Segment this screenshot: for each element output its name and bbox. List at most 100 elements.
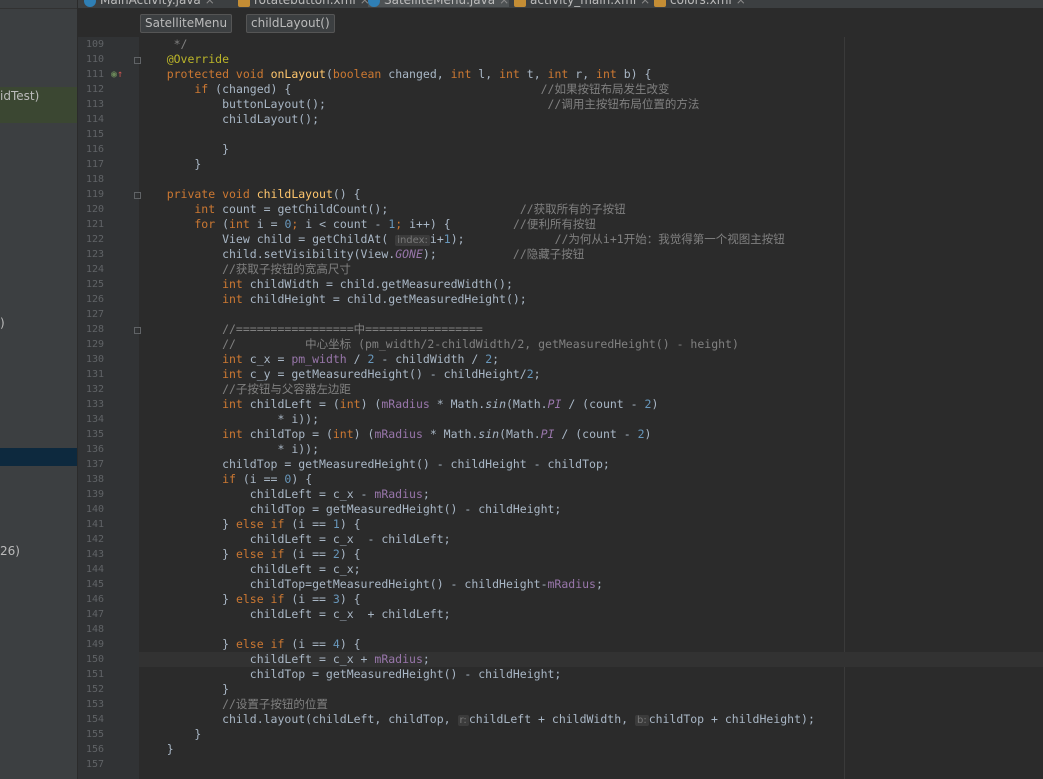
code-token: * Math. <box>422 427 479 441</box>
code-line[interactable]: int count = getChildCount(); //获取所有的子按钮 <box>139 202 625 217</box>
line-number-gutter[interactable]: 109 110 111 112 113 114 115 116 117 118 119 120 121 1… <box>78 37 141 779</box>
code-token: int <box>499 67 527 81</box>
code-token: //如果按钮布局发生改变 <box>540 82 670 96</box>
code-line[interactable]: int childLeft = (int) (mRadius * Math.si… <box>139 397 658 412</box>
code-line[interactable]: } <box>139 742 174 757</box>
code-line[interactable]: int c_x = pm_width / 2 - childWidth / 2; <box>139 352 499 367</box>
tab-label: SatelliteMenu.java <box>384 0 496 7</box>
code-token: 2 <box>637 427 645 441</box>
editor-tab[interactable]: MainActivity.java × <box>84 0 215 7</box>
code-token: 3 <box>332 592 340 606</box>
code-line[interactable]: childLayout(); <box>139 112 319 127</box>
code-line[interactable]: child.setVisibility(View.GONE); //隐藏子按钮 <box>139 247 584 262</box>
code-line[interactable]: childLeft = c_x + childLeft; <box>139 607 451 622</box>
code-line[interactable]: } else if (i == 3) { <box>139 592 361 607</box>
line-number: 133 <box>85 399 104 410</box>
line-number: 130 <box>85 354 104 365</box>
code-line[interactable]: int childTop = (int) (mRadius * Math.sin… <box>139 427 651 442</box>
code-token: sin <box>478 427 500 441</box>
code-token: ; <box>492 352 500 366</box>
code-line[interactable]: } else if (i == 4) { <box>139 637 361 652</box>
code-token: //子按钮与父容器左边距 <box>139 382 351 396</box>
close-icon[interactable]: × <box>640 0 650 7</box>
code-line[interactable]: childTop = getMeasuredHeight() - childHe… <box>139 457 610 472</box>
code-line[interactable]: //获取子按钮的宽高尺寸 <box>139 262 351 277</box>
code-line[interactable]: } <box>139 727 201 742</box>
code-token: for <box>139 217 223 231</box>
code-line[interactable]: childLeft = c_x - childLeft; <box>139 532 451 547</box>
code-line[interactable]: childLeft = c_x + mRadius; <box>139 652 430 667</box>
code-line[interactable]: } else if (i == 2) { <box>139 547 361 562</box>
code-line[interactable]: //=================中================= <box>139 322 483 337</box>
code-line[interactable]: int childHeight = child.getMeasuredHeigh… <box>139 292 527 307</box>
code-token: 2 <box>526 367 534 381</box>
close-icon[interactable]: × <box>736 0 746 7</box>
code-token: i++) { <box>409 217 513 231</box>
code-token: //便利所有按钮 <box>512 217 596 231</box>
code-line[interactable]: childLeft = c_x; <box>139 562 361 577</box>
tab-label: colors.xml <box>670 0 732 7</box>
project-tree-item[interactable]: idTest) <box>0 89 39 103</box>
selected-tree-item[interactable] <box>0 448 77 466</box>
editor-tabs: MainActivity.java × rotatebutton.xml × Satel… <box>78 0 1043 9</box>
editor-tab[interactable]: activity_main.xml × <box>514 0 650 7</box>
code-line[interactable]: for (int i = 0; i < count - 1; i++) { //… <box>139 217 596 232</box>
code-line[interactable]: // 中心坐标 (pm_width/2-childWidth/2, getMea… <box>139 337 739 352</box>
code-line[interactable]: buttonLayout(); //调用主按钮布局位置的方法 <box>139 97 699 112</box>
code-token: (changed) { <box>215 82 541 96</box>
code-line[interactable]: } <box>139 157 201 172</box>
code-line[interactable]: //设置子按钮的位置 <box>139 697 328 712</box>
project-tree-item[interactable]: 26) <box>0 544 20 558</box>
code-token: () { <box>332 187 361 201</box>
code-line[interactable]: } <box>139 682 229 697</box>
line-number: 138 <box>85 474 104 485</box>
line-number: 118 <box>85 174 104 185</box>
code-line[interactable]: if (i == 0) { <box>139 472 312 487</box>
right-margin-guide <box>844 37 845 779</box>
code-line[interactable]: if (changed) { //如果按钮布局发生改变 <box>139 82 669 97</box>
code-line[interactable]: * i)); <box>139 442 319 457</box>
code-line[interactable]: childTop = getMeasuredHeight() - childHe… <box>139 502 562 517</box>
code-token: buttonLayout(); <box>139 97 548 111</box>
code-token: ) ( <box>360 397 382 411</box>
close-icon[interactable]: × <box>499 0 509 7</box>
code-line[interactable]: childLeft = c_x - mRadius; <box>139 487 430 502</box>
code-line[interactable]: protected void onLayout(boolean changed,… <box>139 67 652 82</box>
code-token: //获取子按钮的宽高尺寸 <box>139 262 351 276</box>
project-tree-item[interactable]: ) <box>0 316 5 330</box>
code-line[interactable]: childTop = getMeasuredHeight() - childHe… <box>139 667 562 682</box>
line-number: 117 <box>85 159 104 170</box>
code-token: //设置子按钮的位置 <box>139 697 328 711</box>
line-number: 156 <box>85 744 104 755</box>
code-line[interactable]: int childWidth = child.getMeasuredWidth(… <box>139 277 513 292</box>
editor-tab[interactable]: rotatebutton.xml × <box>238 0 370 7</box>
code-token: } <box>139 727 202 741</box>
line-number: 155 <box>85 729 104 740</box>
editor-tab[interactable]: colors.xml × <box>654 0 746 7</box>
code-token: ( <box>222 217 230 231</box>
override-method-icon[interactable]: ◉↑ <box>111 67 123 82</box>
code-line[interactable]: View child = getChildAt( index: i+1); //为… <box>139 232 785 247</box>
code-token: PI <box>540 427 555 441</box>
breadcrumb-class[interactable]: SatelliteMenu <box>140 14 233 33</box>
breadcrumb-method[interactable]: childLayout() <box>246 14 335 33</box>
editor-tab[interactable]: SatelliteMenu.java × <box>368 0 510 7</box>
code-token: (i == <box>291 637 333 651</box>
xml-file-icon <box>238 0 250 7</box>
code-line[interactable]: } <box>139 142 229 157</box>
code-line[interactable]: } else if (i == 1) { <box>139 517 361 532</box>
code-line[interactable]: childTop=getMeasuredHeight() - childHeig… <box>139 577 603 592</box>
code-line[interactable]: @Override <box>139 52 229 67</box>
code-line[interactable]: child.layout(childLeft, childTop, r: chil… <box>139 712 815 727</box>
close-icon[interactable]: × <box>205 0 215 7</box>
code-line[interactable]: private void childLayout() { <box>139 187 361 202</box>
code-line[interactable]: //子按钮与父容器左边距 <box>139 382 351 397</box>
breadcrumb: SatelliteMenu childLayout() <box>78 9 1043 37</box>
code-line[interactable]: int c_y = getMeasuredHeight() - childHei… <box>139 367 541 382</box>
code-editor[interactable]: */ @Override protected void onLayout(boo… <box>139 37 1043 779</box>
code-token: ) { <box>339 592 361 606</box>
code-token: //隐藏子按钮 <box>512 247 585 261</box>
code-line[interactable]: */ <box>139 37 188 52</box>
code-token: l, <box>478 67 500 81</box>
code-line[interactable]: * i)); <box>139 412 319 427</box>
